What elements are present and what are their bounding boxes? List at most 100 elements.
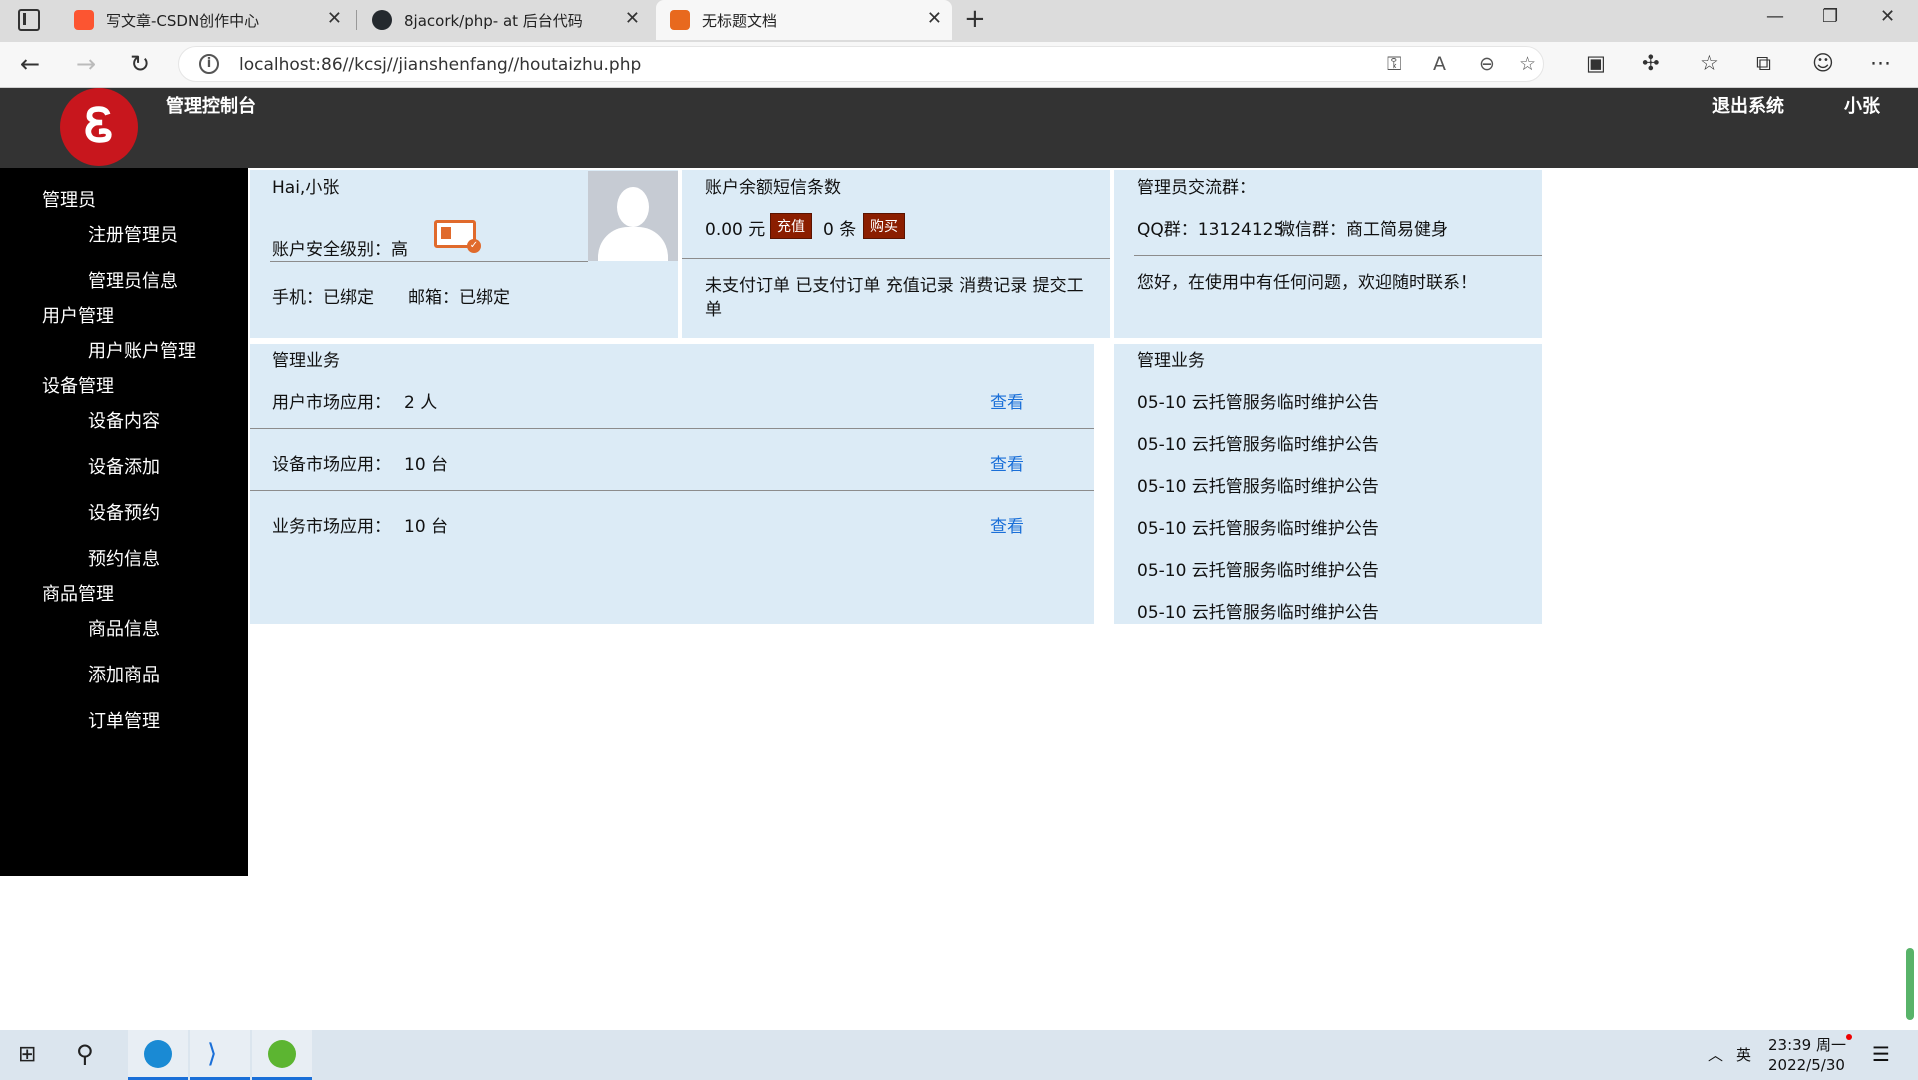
email-status: 邮箱：已绑定: [408, 288, 510, 308]
business-panel: [250, 344, 1094, 624]
address-bar[interactable]: i localhost:86//kcsj//jianshenfang//hout…: [178, 46, 1544, 82]
ie-icon: [268, 1040, 296, 1068]
notice-item[interactable]: 05-10 云托管服务临时维护公告: [1137, 388, 1379, 413]
greeting: Hai,小张: [272, 178, 340, 198]
logo-glyph: Ꮛ: [84, 98, 114, 152]
buy-button[interactable]: 购买: [863, 213, 905, 239]
vscode-icon: ⟩: [207, 1039, 218, 1069]
browser-toolbar: ← → ↻ i localhost:86//kcsj//jianshenfang…: [0, 42, 1918, 88]
sidebar-item-register-admin[interactable]: 注册管理员: [88, 221, 178, 247]
balance-title: 账户余额短信条数: [705, 178, 841, 198]
edge-icon: [144, 1040, 172, 1068]
divider: [270, 261, 588, 262]
puzzle-icon[interactable]: ✣: [1642, 51, 1660, 75]
site-header: Ꮛ 管理控制台 退出系统 小张: [0, 88, 1918, 168]
tab-close-icon[interactable]: ✕: [327, 8, 342, 29]
browser-tab-github[interactable]: 8jacork/php- at 后台代码 ✕: [358, 0, 650, 40]
new-tab-icon[interactable]: +: [964, 4, 986, 34]
sidebar-item-order-management[interactable]: 订单管理: [88, 707, 160, 733]
notice-item[interactable]: 05-10 云托管服务临时维护公告: [1137, 430, 1379, 455]
sidebar-group-users[interactable]: 用户管理: [42, 302, 114, 328]
key-icon[interactable]: ⚿: [1387, 53, 1401, 75]
divider: [1134, 255, 1542, 256]
business-title: 管理业务: [272, 351, 340, 371]
order-links[interactable]: 未支付订单 已支付订单 充值记录 消费记录 提交工: [705, 271, 1084, 296]
tab-title: 写文章-CSDN创作中心: [106, 12, 260, 30]
notification-icon[interactable]: ☰: [1872, 1042, 1890, 1066]
support-message: 您好，在使用中有任何问题，欢迎随时联系！: [1137, 273, 1477, 293]
sidebar-item-device-content[interactable]: 设备内容: [88, 407, 160, 433]
phone-status: 手机：已绑定: [272, 288, 374, 308]
clock-time[interactable]: 23:39 周一: [1768, 1034, 1846, 1055]
divider: [250, 428, 1094, 429]
zoom-icon[interactable]: ⊖: [1479, 53, 1495, 75]
refresh-icon[interactable]: ↻: [130, 50, 150, 78]
sidebar-group-products[interactable]: 商品管理: [42, 580, 114, 606]
page-icon: [670, 10, 690, 30]
view-link[interactable]: 查看: [990, 450, 1024, 475]
view-link[interactable]: 查看: [990, 512, 1024, 537]
business-row-label: 设备市场应用：: [272, 455, 391, 475]
username-link[interactable]: 小张: [1844, 92, 1880, 118]
logo: Ꮛ: [60, 88, 138, 166]
sidebar-group-devices[interactable]: 设备管理: [42, 372, 114, 398]
clock-date[interactable]: 2022/5/30: [1768, 1056, 1845, 1074]
profile-avatar-icon[interactable]: ☺: [1812, 51, 1834, 75]
sidebar-item-device-add[interactable]: 设备添加: [88, 453, 160, 479]
balance-amount: 0.00 元: [705, 220, 766, 240]
tab-title: 8jacork/php- at 后台代码: [404, 12, 583, 30]
sidebar-item-booking-info[interactable]: 预约信息: [88, 545, 160, 571]
security-level: 账户安全级别：高: [272, 240, 408, 260]
sidebar-item-add-product[interactable]: 添加商品: [88, 661, 160, 687]
notice-item[interactable]: 05-10 云托管服务临时维护公告: [1137, 598, 1379, 623]
back-icon[interactable]: ←: [20, 50, 40, 78]
notice-item[interactable]: 05-10 云托管服务临时维护公告: [1137, 514, 1379, 539]
sidebar: 管理员 注册管理员 管理员信息 用户管理 用户账户管理 设备管理 设备内容 设备…: [0, 168, 248, 876]
scrollbar[interactable]: [1906, 948, 1914, 1020]
sidebar-item-user-accounts[interactable]: 用户账户管理: [88, 337, 196, 363]
logout-link[interactable]: 退出系统: [1712, 92, 1784, 118]
taskbar-app-vscode[interactable]: ⟩: [190, 1030, 250, 1080]
group-chat-title: 管理员交流群：: [1137, 178, 1256, 198]
extension-icon[interactable]: ▣: [1586, 51, 1606, 75]
sidebar-item-product-info[interactable]: 商品信息: [88, 615, 160, 641]
wechat-group: 微信群：商工简易健身: [1278, 220, 1448, 240]
windows-taskbar: ⊞ ⚲ ⟩ ︿ 英 23:39 周一 2022/5/30 ☰: [0, 1030, 1918, 1080]
view-link[interactable]: 查看: [990, 388, 1024, 413]
tab-actions-icon[interactable]: [18, 9, 40, 31]
business-row-label: 业务市场应用：: [272, 517, 391, 537]
windows-start-icon[interactable]: ⊞: [18, 1042, 36, 1067]
taskbar-app-dreamweaver[interactable]: [252, 1030, 312, 1080]
order-links-wrap[interactable]: 单: [705, 295, 722, 320]
tab-close-icon[interactable]: ✕: [927, 8, 942, 29]
recharge-button[interactable]: 充值: [770, 213, 812, 239]
csdn-icon: [74, 10, 94, 30]
read-aloud-icon[interactable]: A: [1433, 53, 1446, 75]
forward-icon[interactable]: →: [76, 50, 96, 78]
github-icon: [372, 10, 392, 30]
notice-item[interactable]: 05-10 云托管服务临时维护公告: [1137, 472, 1379, 497]
close-window-icon[interactable]: ✕: [1880, 6, 1895, 27]
taskbar-app-edge[interactable]: [128, 1030, 188, 1080]
maximize-icon[interactable]: ❐: [1822, 6, 1838, 27]
browser-tab-active[interactable]: 无标题文档 ✕: [656, 0, 952, 40]
site-info-icon[interactable]: i: [199, 54, 219, 74]
collections-icon[interactable]: ⧉: [1756, 51, 1771, 76]
sidebar-item-admin-info[interactable]: 管理员信息: [88, 267, 178, 293]
business-row-value: 10 台: [404, 455, 449, 475]
notice-item[interactable]: 05-10 云托管服务临时维护公告: [1137, 556, 1379, 581]
tray-chevron-icon[interactable]: ︿: [1708, 1044, 1723, 1065]
browser-tab-csdn[interactable]: 写文章-CSDN创作中心 ✕: [60, 0, 352, 40]
avatar[interactable]: [588, 171, 678, 261]
minimize-icon[interactable]: —: [1766, 6, 1784, 27]
ime-indicator[interactable]: 英: [1736, 1044, 1751, 1065]
tab-close-icon[interactable]: ✕: [625, 8, 640, 29]
search-icon[interactable]: ⚲: [76, 1040, 94, 1068]
sidebar-item-device-booking[interactable]: 设备预约: [88, 499, 160, 525]
favorite-add-icon[interactable]: ☆: [1519, 53, 1536, 75]
more-menu-icon[interactable]: ⋯: [1870, 51, 1891, 75]
business-row-value: 2 人: [404, 393, 438, 413]
favorites-icon[interactable]: ☆: [1700, 51, 1719, 75]
url-text[interactable]: localhost:86//kcsj//jianshenfang//houtai…: [239, 55, 641, 75]
sidebar-group-admin[interactable]: 管理员: [42, 186, 96, 212]
